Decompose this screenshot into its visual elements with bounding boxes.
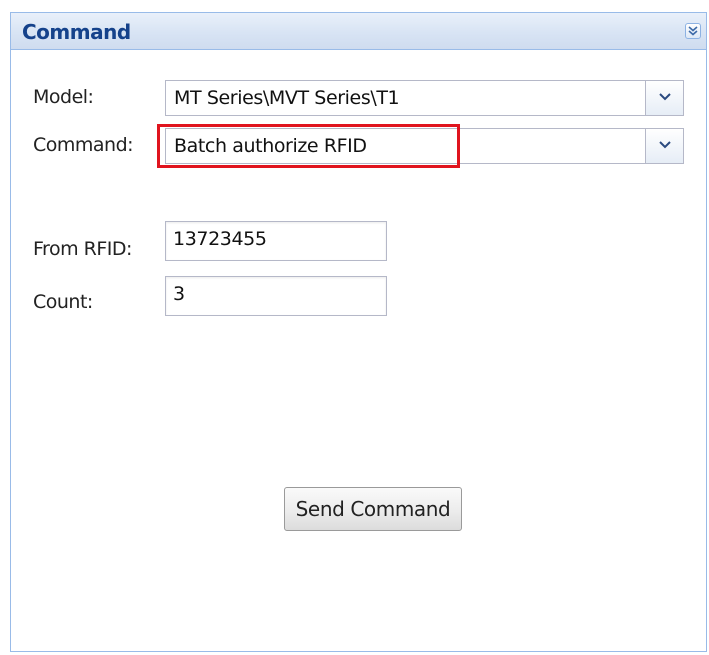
count-input[interactable]: 3 — [165, 276, 387, 316]
count-label: Count: — [33, 291, 93, 313]
collapse-button[interactable] — [685, 23, 701, 39]
command-dropdown-trigger[interactable] — [645, 129, 683, 163]
from-rfid-value: 13723455 — [173, 228, 267, 250]
command-label: Command: — [33, 134, 134, 156]
from-rfid-input[interactable]: 13723455 — [165, 221, 387, 261]
send-command-button[interactable]: Send Command — [284, 487, 462, 531]
panel-header: Command — [11, 13, 706, 50]
count-value: 3 — [173, 283, 185, 305]
chevron-down-icon — [659, 93, 671, 101]
model-select[interactable]: MT Series\MVT Series\T1 — [165, 80, 684, 116]
model-dropdown-trigger[interactable] — [645, 81, 683, 115]
command-select[interactable]: Batch authorize RFID — [165, 128, 684, 164]
model-label: Model: — [33, 86, 94, 108]
from-rfid-label: From RFID: — [33, 238, 132, 260]
chevron-down-icon — [659, 141, 671, 149]
send-command-label: Send Command — [295, 497, 451, 521]
panel-title: Command — [22, 20, 131, 44]
command-select-value: Batch authorize RFID — [174, 135, 367, 157]
model-select-value: MT Series\MVT Series\T1 — [174, 87, 400, 109]
double-chevron-down-icon — [688, 26, 698, 36]
